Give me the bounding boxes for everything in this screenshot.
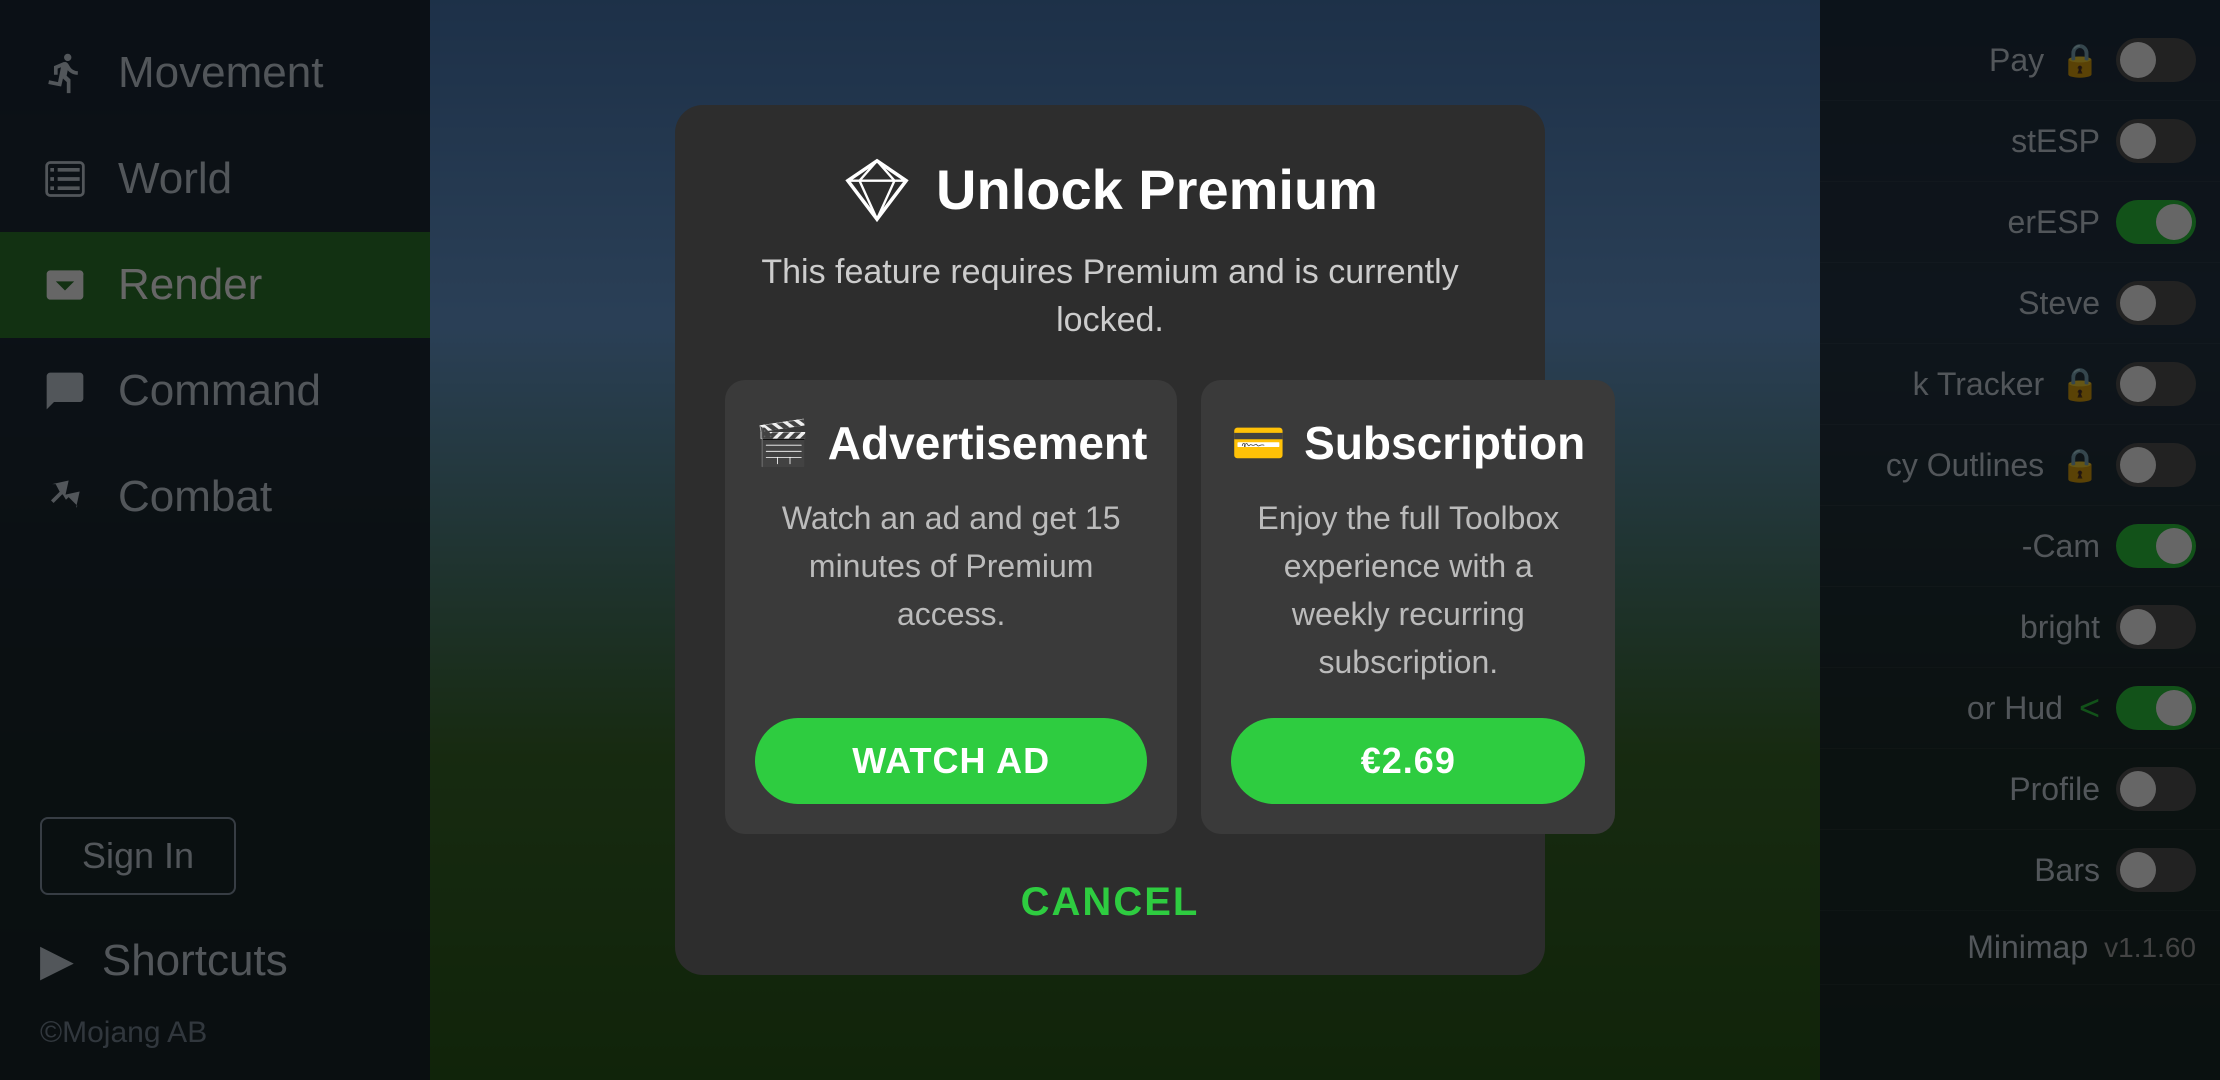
watch-ad-button[interactable]: WATCH AD [755, 718, 1147, 804]
modal-header: Unlock Premium [842, 155, 1378, 225]
advertisement-title: Advertisement [828, 416, 1148, 470]
subscription-description: Enjoy the full Toolbox experience with a… [1231, 494, 1585, 686]
cancel-button[interactable]: CANCEL [981, 870, 1240, 935]
advertisement-card-header: 🎬 Advertisement [755, 416, 1147, 470]
modal-cards: 🎬 Advertisement Watch an ad and get 15 m… [725, 380, 1495, 834]
unlock-premium-modal: Unlock Premium This feature requires Pre… [675, 105, 1545, 975]
advertisement-description: Watch an ad and get 15 minutes of Premiu… [755, 494, 1147, 686]
subscription-icon: 💳 [1231, 417, 1286, 469]
subscribe-button[interactable]: €2.69 [1231, 718, 1585, 804]
subscription-card: 💳 Subscription Enjoy the full Toolbox ex… [1201, 380, 1615, 834]
modal-overlay[interactable]: Unlock Premium This feature requires Pre… [0, 0, 2220, 1080]
advertisement-icon: 🎬 [755, 417, 810, 469]
subscription-card-header: 💳 Subscription [1231, 416, 1585, 470]
advertisement-card: 🎬 Advertisement Watch an ad and get 15 m… [725, 380, 1177, 834]
modal-subtitle: This feature requires Premium and is cur… [725, 249, 1495, 344]
subscription-title: Subscription [1304, 416, 1585, 470]
modal-title: Unlock Premium [936, 157, 1378, 222]
diamond-icon [842, 155, 912, 225]
